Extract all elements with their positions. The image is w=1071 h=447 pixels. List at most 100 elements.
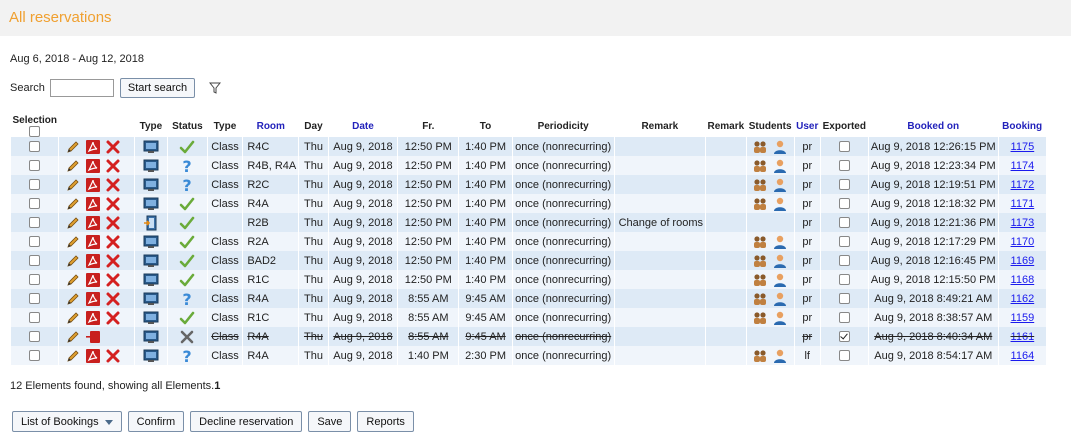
- pdf-icon[interactable]: [83, 330, 103, 343]
- delete-icon[interactable]: [103, 311, 123, 325]
- table-row[interactable]: ? Class R2C Thu Aug 9, 2018 12:50 PM 1:40 PM on…: [9, 175, 1046, 195]
- student-icon[interactable]: [770, 235, 790, 249]
- booking-link[interactable]: 1169: [1011, 255, 1035, 267]
- row-checkbox[interactable]: [29, 350, 41, 362]
- students-group-icon[interactable]: [750, 141, 770, 153]
- booking-link[interactable]: 1172: [1011, 179, 1035, 191]
- student-icon[interactable]: [770, 311, 790, 325]
- row-checkbox[interactable]: [29, 141, 41, 153]
- booking-link[interactable]: 1173: [1011, 217, 1035, 229]
- pdf-icon[interactable]: [83, 139, 103, 154]
- table-row[interactable]: R2B Thu Aug 9, 2018 12:50 PM 1:40 PM once (no…: [9, 213, 1046, 233]
- booking-link[interactable]: 1164: [1011, 350, 1035, 362]
- pdf-icon[interactable]: [83, 348, 103, 363]
- students-group-icon[interactable]: [750, 160, 770, 172]
- student-icon[interactable]: [770, 349, 790, 363]
- col-date[interactable]: Date: [328, 115, 398, 137]
- table-row[interactable]: Class R1C Thu Aug 9, 2018 8:55 AM 9:45 AM once…: [9, 308, 1046, 328]
- table-row[interactable]: ? Class R4B, R4A Thu Aug 9, 2018 12:50 PM 1:40…: [9, 156, 1046, 176]
- exported-checkbox[interactable]: [838, 179, 850, 191]
- list-of-bookings-dropdown[interactable]: List of Bookings: [12, 411, 122, 432]
- row-checkbox[interactable]: [29, 312, 41, 324]
- booking-link[interactable]: 1175: [1011, 141, 1035, 153]
- pdf-icon[interactable]: [83, 196, 103, 211]
- delete-icon[interactable]: [103, 235, 123, 249]
- col-status[interactable]: Status: [168, 115, 208, 137]
- table-row[interactable]: ? Class R4A Thu Aug 9, 2018 1:40 PM 2:30 PM onc…: [9, 346, 1046, 366]
- edit-icon[interactable]: [63, 274, 83, 286]
- delete-icon[interactable]: [103, 292, 123, 306]
- pdf-icon[interactable]: [83, 253, 103, 268]
- exported-checkbox[interactable]: [838, 236, 850, 248]
- exported-checkbox[interactable]: [838, 274, 850, 286]
- exported-checkbox[interactable]: [838, 217, 850, 229]
- booking-link[interactable]: 1159: [1011, 312, 1035, 324]
- col-students[interactable]: Students: [746, 115, 794, 137]
- edit-icon[interactable]: [63, 255, 83, 267]
- search-input[interactable]: [49, 79, 114, 97]
- col-remark1[interactable]: Remark: [614, 115, 705, 137]
- table-row[interactable]: Class BAD2 Thu Aug 9, 2018 12:50 PM 1:40 PM on…: [9, 251, 1046, 271]
- pdf-icon[interactable]: [83, 291, 103, 306]
- pdf-icon[interactable]: [83, 158, 103, 173]
- confirm-button[interactable]: Confirm: [127, 411, 185, 432]
- student-icon[interactable]: [770, 292, 790, 306]
- delete-icon[interactable]: [103, 216, 123, 230]
- exported-checkbox[interactable]: [838, 255, 850, 267]
- table-row[interactable]: Class R4C Thu Aug 9, 2018 12:50 PM 1:40 PM onc…: [9, 137, 1046, 157]
- exported-checkbox[interactable]: [838, 160, 850, 172]
- table-row[interactable]: Class R4A Thu Aug 9, 2018 8:55 AM 9:45 AM once…: [9, 327, 1046, 347]
- students-group-icon[interactable]: [750, 198, 770, 210]
- row-checkbox[interactable]: [29, 293, 41, 305]
- row-checkbox[interactable]: [29, 198, 41, 210]
- pdf-icon[interactable]: [83, 310, 103, 325]
- students-group-icon[interactable]: [750, 350, 770, 362]
- reports-button[interactable]: Reports: [357, 411, 414, 432]
- col-to[interactable]: To: [459, 115, 512, 137]
- student-icon[interactable]: [770, 140, 790, 154]
- filter-icon[interactable]: [209, 82, 222, 94]
- students-group-icon[interactable]: [750, 255, 770, 267]
- booking-link[interactable]: 1171: [1011, 198, 1035, 210]
- save-button[interactable]: Save: [308, 411, 352, 432]
- row-checkbox[interactable]: [29, 236, 41, 248]
- edit-icon[interactable]: [63, 312, 83, 324]
- col-booking[interactable]: Booking: [998, 115, 1046, 137]
- delete-icon[interactable]: [103, 349, 123, 363]
- edit-icon[interactable]: [63, 160, 83, 172]
- delete-icon[interactable]: [103, 273, 123, 287]
- booking-link[interactable]: 1174: [1011, 160, 1035, 172]
- pdf-icon[interactable]: [83, 177, 103, 192]
- student-icon[interactable]: [770, 178, 790, 192]
- students-group-icon[interactable]: [750, 236, 770, 248]
- col-exported[interactable]: Exported: [820, 115, 868, 137]
- pdf-icon[interactable]: [83, 234, 103, 249]
- col-booked-on[interactable]: Booked on: [868, 115, 998, 137]
- student-icon[interactable]: [770, 254, 790, 268]
- decline-reservation-button[interactable]: Decline reservation: [190, 411, 303, 432]
- col-remark2[interactable]: Remark: [706, 115, 747, 137]
- booking-link[interactable]: 1168: [1011, 274, 1035, 286]
- edit-icon[interactable]: [63, 217, 83, 229]
- delete-icon[interactable]: [103, 197, 123, 211]
- booking-link[interactable]: 1161: [1011, 331, 1035, 343]
- col-day[interactable]: Day: [299, 115, 328, 137]
- table-row[interactable]: Class R4A Thu Aug 9, 2018 12:50 PM 1:40 PM onc…: [9, 194, 1046, 214]
- students-group-icon[interactable]: [750, 179, 770, 191]
- student-icon[interactable]: [770, 197, 790, 211]
- exported-checkbox[interactable]: [838, 293, 850, 305]
- row-checkbox[interactable]: [29, 274, 41, 286]
- exported-checkbox[interactable]: [838, 350, 850, 362]
- table-row[interactable]: ? Class R4A Thu Aug 9, 2018 8:55 AM 9:45 AM onc…: [9, 289, 1046, 309]
- table-row[interactable]: Class R1C Thu Aug 9, 2018 12:50 PM 1:40 PM onc…: [9, 270, 1046, 290]
- edit-icon[interactable]: [63, 141, 83, 153]
- row-checkbox[interactable]: [29, 217, 41, 229]
- students-group-icon[interactable]: [750, 293, 770, 305]
- delete-icon[interactable]: [103, 254, 123, 268]
- students-group-icon[interactable]: [750, 312, 770, 324]
- row-checkbox[interactable]: [29, 331, 41, 343]
- delete-icon[interactable]: [103, 140, 123, 154]
- row-checkbox[interactable]: [29, 179, 41, 191]
- edit-icon[interactable]: [63, 198, 83, 210]
- col-type1[interactable]: Type: [134, 115, 167, 137]
